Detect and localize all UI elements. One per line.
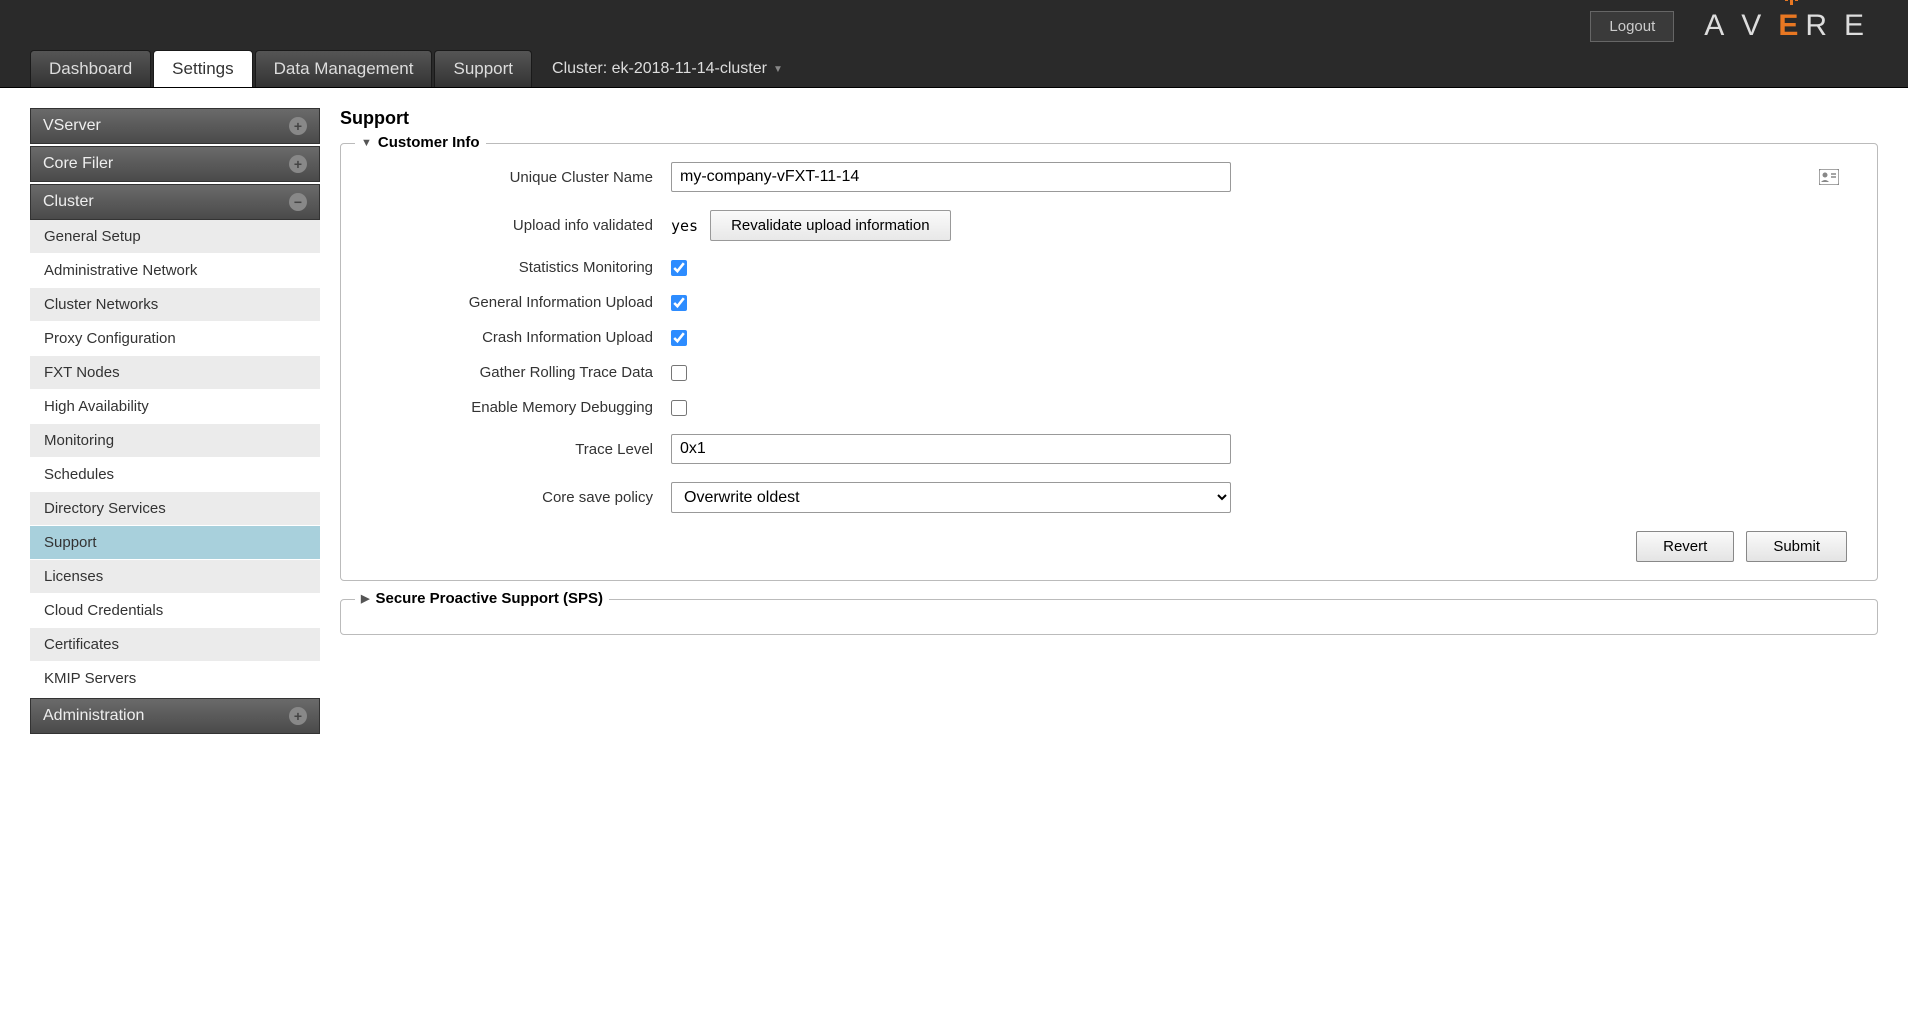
row-general-info: General Information Upload [371, 294, 1847, 311]
sidebar-section-corefiler: Core Filer + [30, 146, 320, 182]
sidebar-label: Cluster [43, 193, 94, 211]
sidebar-header-vserver[interactable]: VServer + [30, 108, 320, 144]
main: Support ▼ Customer Info Unique Cluster N… [340, 108, 1878, 736]
sidebar-section-cluster: Cluster − General Setup Administrative N… [30, 184, 320, 696]
sidebar-item-cluster-networks[interactable]: Cluster Networks [30, 288, 320, 322]
logo-letter-a: A [1704, 9, 1738, 43]
sidebar-header-administration[interactable]: Administration + [30, 698, 320, 734]
cluster-label-text: Cluster: ek-2018-11-14-cluster [552, 60, 767, 78]
memory-debug-checkbox[interactable] [671, 400, 687, 416]
sidebar-label: Administration [43, 707, 144, 725]
sidebar-item-fxt-nodes[interactable]: FXT Nodes [30, 356, 320, 390]
plus-icon: + [289, 707, 307, 725]
action-row: Revert Submit [371, 531, 1847, 562]
sidebar-item-monitoring[interactable]: Monitoring [30, 424, 320, 458]
label-unique-cluster-name: Unique Cluster Name [371, 169, 671, 186]
sidebar-item-directory-services[interactable]: Directory Services [30, 492, 320, 526]
tab-dashboard[interactable]: Dashboard [30, 50, 151, 87]
sidebar-item-certificates[interactable]: Certificates [30, 628, 320, 662]
legend-text: Customer Info [378, 134, 480, 151]
sidebar-item-cloud-credentials[interactable]: Cloud Credentials [30, 594, 320, 628]
chevron-down-icon: ▼ [361, 137, 372, 149]
label-stats-monitoring: Statistics Monitoring [371, 259, 671, 276]
row-crash-info: Crash Information Upload [371, 329, 1847, 346]
tab-data-management[interactable]: Data Management [255, 50, 433, 87]
label-upload-validated: Upload info validated [371, 217, 671, 234]
label-crash-info: Crash Information Upload [371, 329, 671, 346]
tab-support[interactable]: Support [434, 50, 532, 87]
plus-icon: + [289, 155, 307, 173]
revalidate-button[interactable]: Revalidate upload information [710, 210, 950, 241]
sidebar-item-schedules[interactable]: Schedules [30, 458, 320, 492]
core-save-select[interactable]: Overwrite oldest [671, 482, 1231, 513]
label-core-save: Core save policy [371, 489, 671, 506]
tab-settings[interactable]: Settings [153, 50, 252, 87]
logo: A V E R E [1704, 9, 1878, 43]
sidebar-header-cluster[interactable]: Cluster − [30, 184, 320, 220]
row-memory-debug: Enable Memory Debugging [371, 399, 1847, 416]
sidebar-item-support[interactable]: Support [30, 526, 320, 560]
sidebar-cluster-items: General Setup Administrative Network Clu… [30, 220, 320, 696]
logo-letter-e: E [1778, 9, 1802, 43]
sidebar-item-high-availability[interactable]: High Availability [30, 390, 320, 424]
legend-sps[interactable]: ▶ Secure Proactive Support (SPS) [355, 590, 609, 607]
stats-monitoring-checkbox[interactable] [671, 260, 687, 276]
label-memory-debug: Enable Memory Debugging [371, 399, 671, 416]
sidebar-section-vserver: VServer + [30, 108, 320, 144]
logo-letter-r: R [1805, 9, 1841, 43]
logo-letter-v: V [1741, 9, 1775, 43]
sidebar-item-admin-network[interactable]: Administrative Network [30, 254, 320, 288]
row-unique-cluster-name: Unique Cluster Name [371, 162, 1847, 192]
fieldset-customer-info: ▼ Customer Info Unique Cluster Name Uplo… [340, 143, 1878, 581]
logo-letter-e2: E [1844, 9, 1878, 43]
legend-text: Secure Proactive Support (SPS) [375, 590, 603, 607]
crash-info-checkbox[interactable] [671, 330, 687, 346]
contact-card-icon [1819, 169, 1839, 185]
row-stats-monitoring: Statistics Monitoring [371, 259, 1847, 276]
header-bar: Logout A V E R E [0, 0, 1908, 52]
rolling-trace-checkbox[interactable] [671, 365, 687, 381]
chevron-right-icon: ▶ [361, 592, 369, 605]
sidebar-label: VServer [43, 117, 101, 135]
unique-cluster-name-input[interactable] [671, 162, 1231, 192]
sidebar-label: Core Filer [43, 155, 113, 173]
sidebar-item-kmip-servers[interactable]: KMIP Servers [30, 662, 320, 696]
sidebar-item-licenses[interactable]: Licenses [30, 560, 320, 594]
page-title: Support [340, 108, 1878, 129]
upload-validated-value: yes [671, 217, 698, 235]
cluster-selector[interactable]: Cluster: ek-2018-11-14-cluster ▼ [534, 51, 801, 87]
revert-button[interactable]: Revert [1636, 531, 1734, 562]
label-trace-level: Trace Level [371, 441, 671, 458]
sidebar-item-proxy-config[interactable]: Proxy Configuration [30, 322, 320, 356]
logout-button[interactable]: Logout [1590, 11, 1674, 42]
label-general-info: General Information Upload [371, 294, 671, 311]
submit-button[interactable]: Submit [1746, 531, 1847, 562]
label-rolling-trace: Gather Rolling Trace Data [371, 364, 671, 381]
trace-level-input[interactable] [671, 434, 1231, 464]
general-info-checkbox[interactable] [671, 295, 687, 311]
row-core-save: Core save policy Overwrite oldest [371, 482, 1847, 513]
row-trace-level: Trace Level [371, 434, 1847, 464]
legend-customer-info[interactable]: ▼ Customer Info [355, 134, 486, 151]
minus-icon: − [289, 193, 307, 211]
tab-bar: Dashboard Settings Data Management Suppo… [0, 52, 1908, 88]
sidebar-section-administration: Administration + [30, 698, 320, 734]
plus-icon: + [289, 117, 307, 135]
row-rolling-trace: Gather Rolling Trace Data [371, 364, 1847, 381]
content: VServer + Core Filer + Cluster − General… [0, 88, 1908, 756]
sidebar: VServer + Core Filer + Cluster − General… [30, 108, 320, 736]
sidebar-header-corefiler[interactable]: Core Filer + [30, 146, 320, 182]
chevron-down-icon: ▼ [773, 64, 783, 75]
sidebar-item-general-setup[interactable]: General Setup [30, 220, 320, 254]
row-upload-validated: Upload info validated yes Revalidate upl… [371, 210, 1847, 241]
fieldset-sps: ▶ Secure Proactive Support (SPS) [340, 599, 1878, 635]
